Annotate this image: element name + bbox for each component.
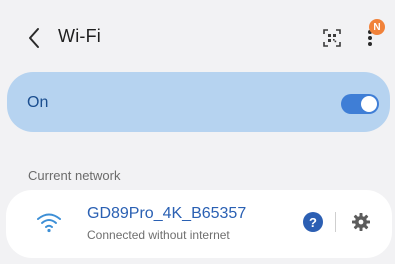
- wifi-master-switch-row[interactable]: On: [7, 72, 390, 132]
- qr-code-button[interactable]: [320, 26, 344, 50]
- toggle-knob: [361, 96, 377, 112]
- question-mark-icon: ?: [309, 214, 317, 230]
- divider: [335, 212, 336, 232]
- qr-code-scan-icon: [323, 29, 341, 47]
- current-network-item[interactable]: GD89Pro_4K_B65357 Connected without inte…: [6, 190, 392, 258]
- network-ssid: GD89Pro_4K_B65357: [87, 205, 247, 222]
- wifi-icon: [37, 213, 61, 233]
- wifi-toggle[interactable]: [341, 94, 379, 114]
- notification-badge: N: [369, 19, 385, 35]
- page-title: Wi-Fi: [58, 26, 101, 46]
- network-settings-button[interactable]: [350, 211, 372, 233]
- top-app-bar: Wi-Fi N: [0, 0, 395, 76]
- gear-icon: [352, 213, 370, 231]
- help-button[interactable]: ?: [303, 212, 323, 232]
- section-title-current-network: Current network: [28, 168, 121, 183]
- chevron-left-icon: [29, 28, 39, 48]
- switch-label: On: [27, 94, 49, 111]
- back-button[interactable]: [20, 24, 48, 52]
- network-status: Connected without internet: [87, 228, 230, 242]
